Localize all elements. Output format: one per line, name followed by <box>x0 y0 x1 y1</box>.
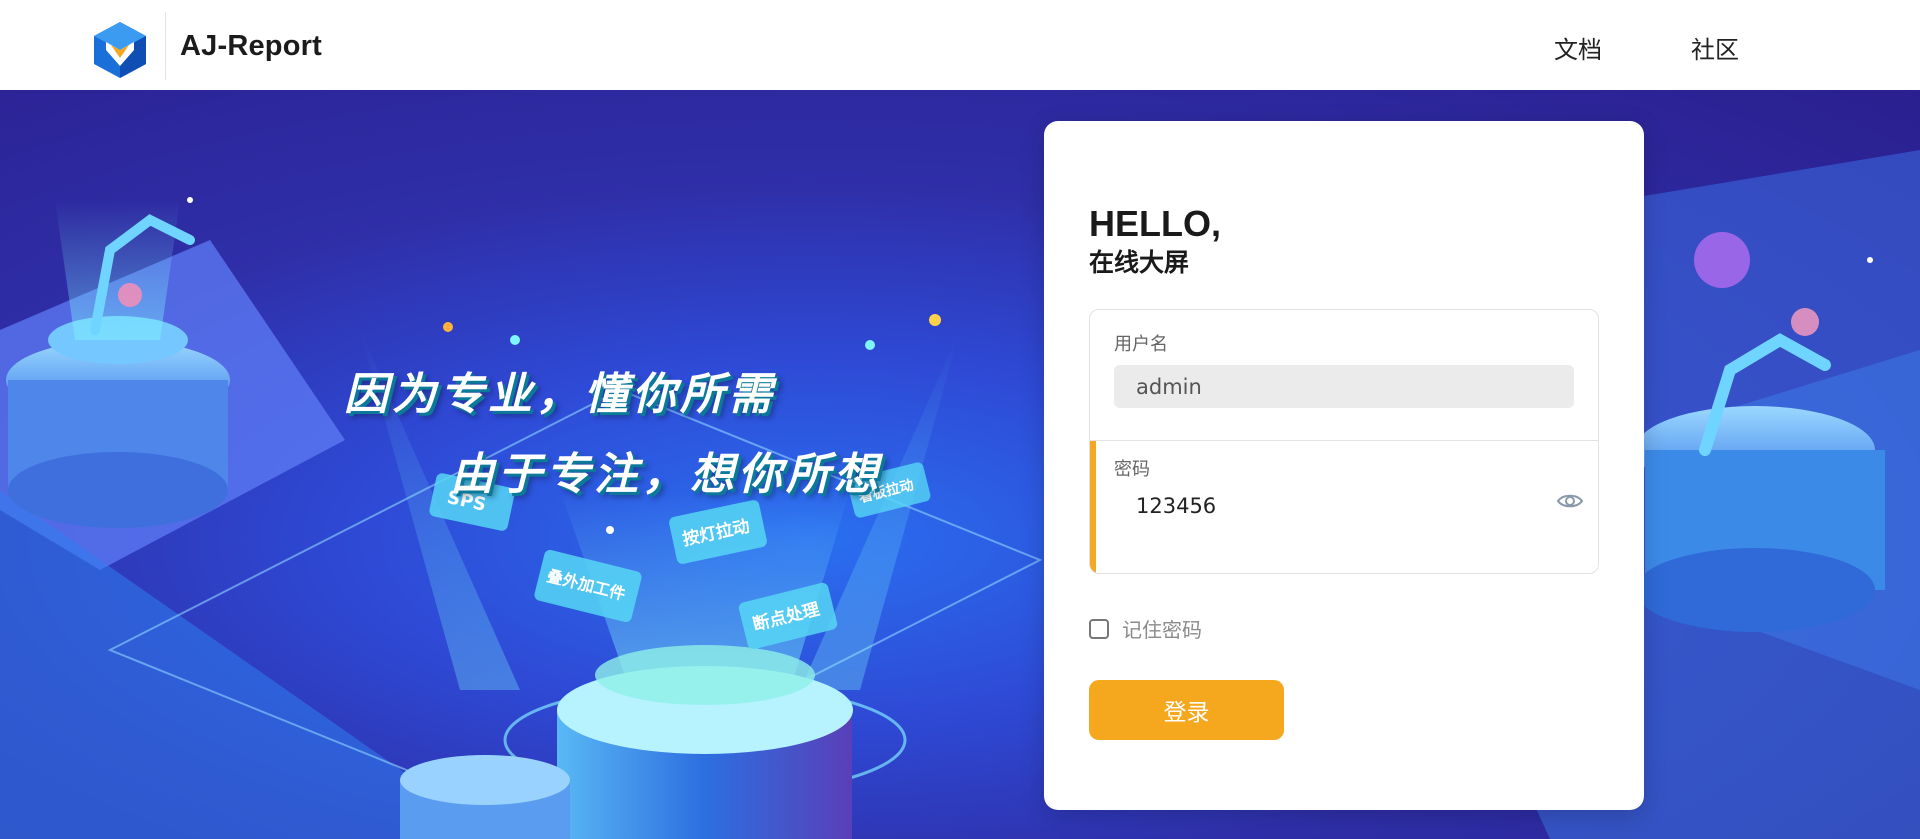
brand-name[interactable]: AJ-Report <box>180 30 322 63</box>
login-card: HELLO, 在线大屏 用户名 密码 记住密码 登录 <box>1044 121 1644 810</box>
remember-label: 记住密码 <box>1122 618 1202 642</box>
remember-checkbox[interactable] <box>1089 618 1109 639</box>
slogan-line-1: 因为专业，懂你所需 <box>344 369 776 420</box>
login-button[interactable]: 登录 <box>1089 680 1284 740</box>
active-field-indicator <box>1090 441 1096 573</box>
username-field-group: 用户名 <box>1090 310 1598 441</box>
nav-community-link[interactable]: 社区 <box>1691 30 1739 65</box>
slogan-line-2: 由于专注，想你所想 <box>450 449 882 500</box>
password-input[interactable] <box>1114 484 1534 527</box>
nav-docs-link[interactable]: 文档 <box>1554 30 1602 65</box>
password-field-group: 密码 <box>1090 441 1598 573</box>
remember-password[interactable]: 记住密码 <box>1089 614 1202 643</box>
greeting-subtitle: 在线大屏 <box>1089 248 1190 277</box>
login-form: 用户名 密码 <box>1089 309 1599 574</box>
top-header: AJ-Report 文档 社区 <box>0 0 1920 90</box>
username-label: 用户名 <box>1114 334 1168 355</box>
header-divider <box>165 12 166 80</box>
password-label: 密码 <box>1114 459 1150 480</box>
aj-report-logo-icon[interactable] <box>92 20 148 80</box>
eye-icon[interactable] <box>1556 491 1584 511</box>
username-input[interactable] <box>1114 365 1574 408</box>
greeting-title: HELLO, <box>1089 203 1221 244</box>
